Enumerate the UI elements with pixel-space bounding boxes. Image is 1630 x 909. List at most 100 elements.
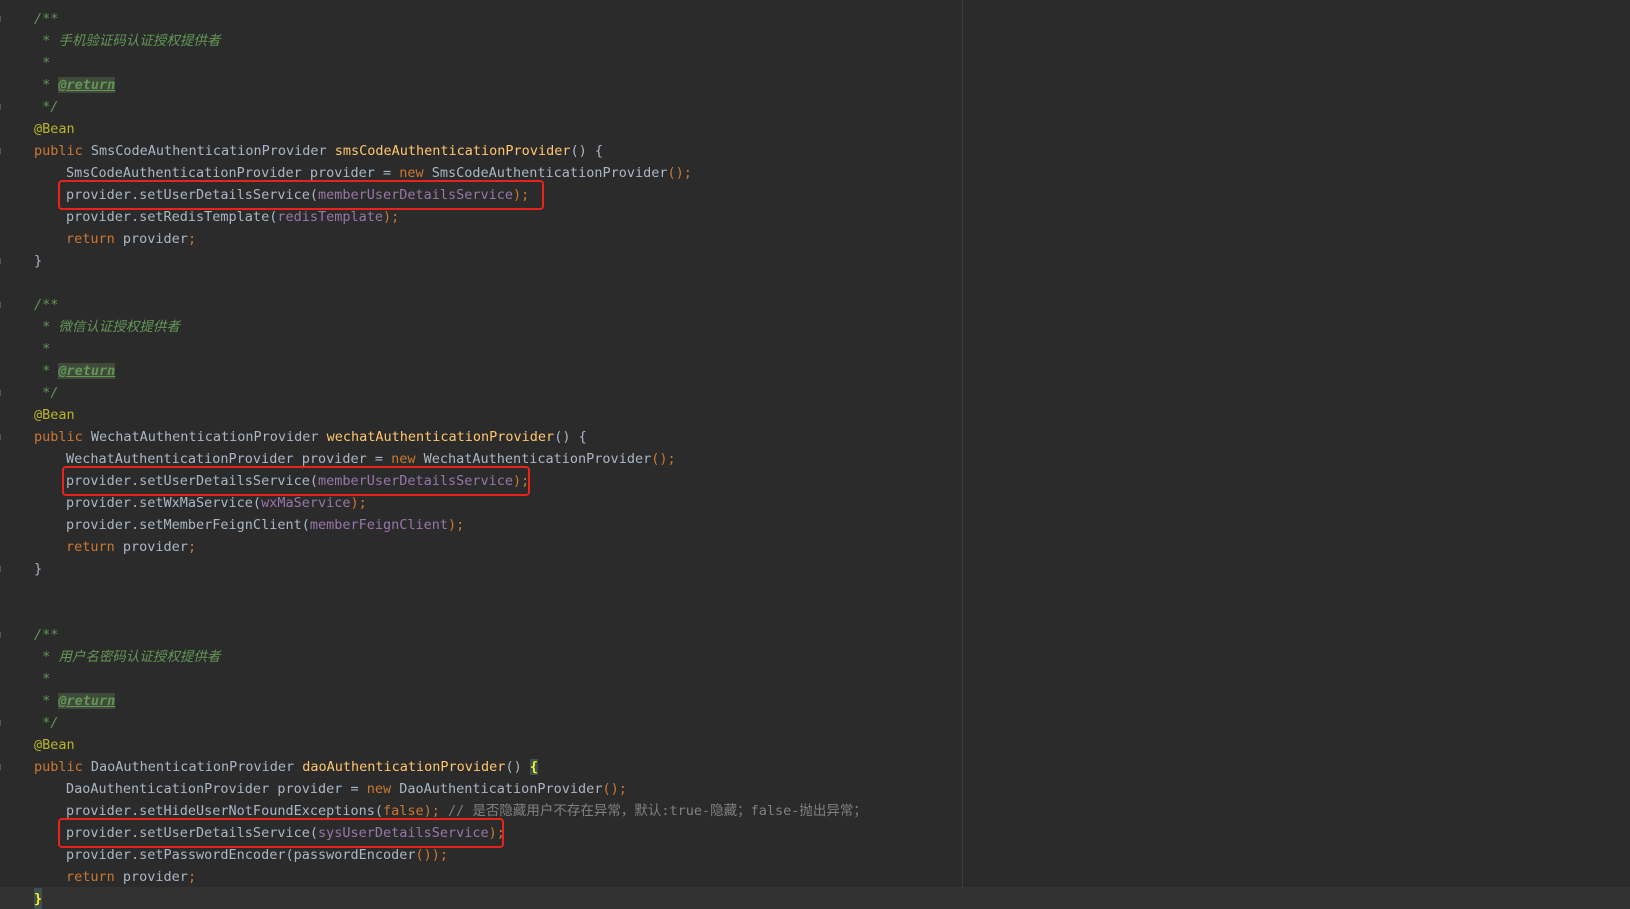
fold-marker[interactable] (0, 390, 5, 396)
method-name: smsCodeAuthenticationProvider (334, 143, 571, 159)
javadoc-open: /** (34, 11, 59, 27)
code-line: } (0, 558, 1630, 580)
fold-marker[interactable] (0, 566, 5, 572)
keyword-new: new (366, 781, 400, 797)
local-declaration: WechatAuthenticationProvider provider = (66, 451, 392, 467)
code-line: * 手机验证码认证授权提供者 (0, 30, 1630, 52)
fold-marker[interactable] (0, 720, 5, 726)
code-line: * @return (0, 690, 1630, 712)
javadoc-close: */ (34, 715, 59, 731)
return-type: DaoAuthenticationProvider (90, 759, 303, 775)
javadoc-star-prefix: * (34, 77, 59, 93)
code-line: */ (0, 712, 1630, 734)
field-reference: memberFeignClient (309, 517, 449, 533)
signature-parens: () (505, 759, 530, 775)
bean-annotation: @Bean (34, 737, 75, 753)
signature-end: () { (570, 143, 603, 159)
method-signature: public SmsCodeAuthenticationProvider sms… (0, 140, 1630, 162)
field-reference: wxMaService (261, 495, 351, 511)
javadoc-star: * (34, 341, 51, 357)
javadoc-description: * 微信认证授权提供者 (34, 319, 180, 335)
javadoc-close: */ (34, 385, 59, 401)
method-signature: public WechatAuthenticationProvider wech… (0, 426, 1630, 448)
code-line: provider.setUserDetailsService(memberUse… (0, 466, 1630, 496)
javadoc-description: * 手机验证码认证授权提供者 (34, 33, 221, 49)
return-value: provider (122, 869, 188, 885)
method-call: provider.setMemberFeignClient( (66, 517, 310, 533)
code-line: } (0, 888, 1630, 909)
statement-end: ); (513, 187, 530, 203)
fold-marker[interactable] (0, 104, 5, 110)
code-line: DaoAuthenticationProvider provider = new… (0, 778, 1630, 800)
javadoc-open: /** (34, 627, 59, 643)
return-value: provider (122, 231, 188, 247)
method-name: daoAuthenticationProvider (302, 759, 506, 775)
field-reference: sysUserDetailsService (317, 825, 489, 841)
javadoc-star-prefix: * (34, 363, 59, 379)
statement-end: ); (513, 473, 530, 489)
bean-annotation: @Bean (34, 121, 75, 137)
javadoc-open: /** (34, 297, 59, 313)
closing-brace: } (34, 561, 43, 577)
javadoc-return-tag: @return (58, 363, 116, 379)
code-line: provider.setUserDetailsService(sysUserDe… (0, 818, 1630, 848)
keyword-new: new (399, 165, 432, 181)
code-line: * @return (0, 360, 1630, 382)
fold-marker[interactable] (0, 764, 5, 770)
method-call: provider.setUserDetailsService( (66, 473, 318, 489)
code-line: provider.setMemberFeignClient(memberFeig… (0, 514, 1630, 536)
statement-end: ); (448, 517, 465, 533)
constructor-name: SmsCodeAuthenticationProvider (431, 165, 668, 181)
fold-marker[interactable] (0, 148, 5, 154)
statement-end: ; (187, 231, 197, 247)
code-line: * 用户名密码认证授权提供者 (0, 646, 1630, 668)
javadoc-close: */ (34, 99, 59, 115)
keyword-public: public (34, 143, 91, 159)
javadoc-description: * 用户名密码认证授权提供者 (34, 649, 221, 665)
line-comment: // 是否隐藏用户不存在异常，默认:true-隐藏；false-抛出异常； (448, 803, 867, 819)
matched-opening-brace: { (529, 759, 538, 775)
fold-marker[interactable] (0, 302, 5, 308)
javadoc-star-prefix: * (34, 693, 59, 709)
fold-marker[interactable] (0, 16, 5, 22)
statement-end: (); (651, 451, 676, 467)
method-call: provider.setUserDetailsService( (66, 825, 318, 841)
keyword-public: public (34, 429, 91, 445)
code-line: @Bean (0, 404, 1630, 426)
statement-end: ); (423, 803, 449, 819)
javadoc-star: * (34, 671, 51, 687)
code-line: provider.setWxMaService(wxMaService); (0, 492, 1630, 514)
javadoc-return-tag: @return (58, 693, 116, 709)
javadoc-return-tag: @return (58, 77, 116, 93)
statement-end: ; (187, 539, 197, 555)
code-line: return provider; (0, 536, 1630, 558)
return-type: SmsCodeAuthenticationProvider (90, 143, 335, 159)
code-area[interactable]: /** * 手机验证码认证授权提供者 * * @return */ @Bean … (0, 8, 1630, 909)
code-line: /** (0, 294, 1630, 316)
fold-marker[interactable] (0, 258, 5, 264)
method-call: provider.setHideUserNotFoundExceptions( (66, 803, 383, 819)
code-line: * (0, 52, 1630, 74)
method-call: provider.setUserDetailsService( (66, 187, 318, 203)
code-editor[interactable]: /** * 手机验证码认证授权提供者 * * @return */ @Bean … (0, 0, 1630, 909)
statement-end: ); (488, 825, 505, 841)
code-line: */ (0, 382, 1630, 404)
code-line: @Bean (0, 734, 1630, 756)
code-line: @Bean (0, 118, 1630, 140)
signature-end: () { (554, 429, 587, 445)
field-reference: redisTemplate (277, 209, 383, 225)
return-type: WechatAuthenticationProvider (90, 429, 327, 445)
code-line: * @return (0, 74, 1630, 96)
constructor-name: WechatAuthenticationProvider (423, 451, 652, 467)
constructor-name: DaoAuthenticationProvider (399, 781, 603, 797)
code-line: provider.setRedisTemplate(redisTemplate)… (0, 206, 1630, 228)
keyword-new: new (391, 451, 424, 467)
fold-marker[interactable] (0, 434, 5, 440)
javadoc-star: * (34, 55, 51, 71)
method-call: provider.setWxMaService( (66, 495, 262, 511)
keyword-false: false (382, 803, 424, 819)
code-line: } (0, 250, 1630, 272)
fold-marker[interactable] (0, 632, 5, 638)
